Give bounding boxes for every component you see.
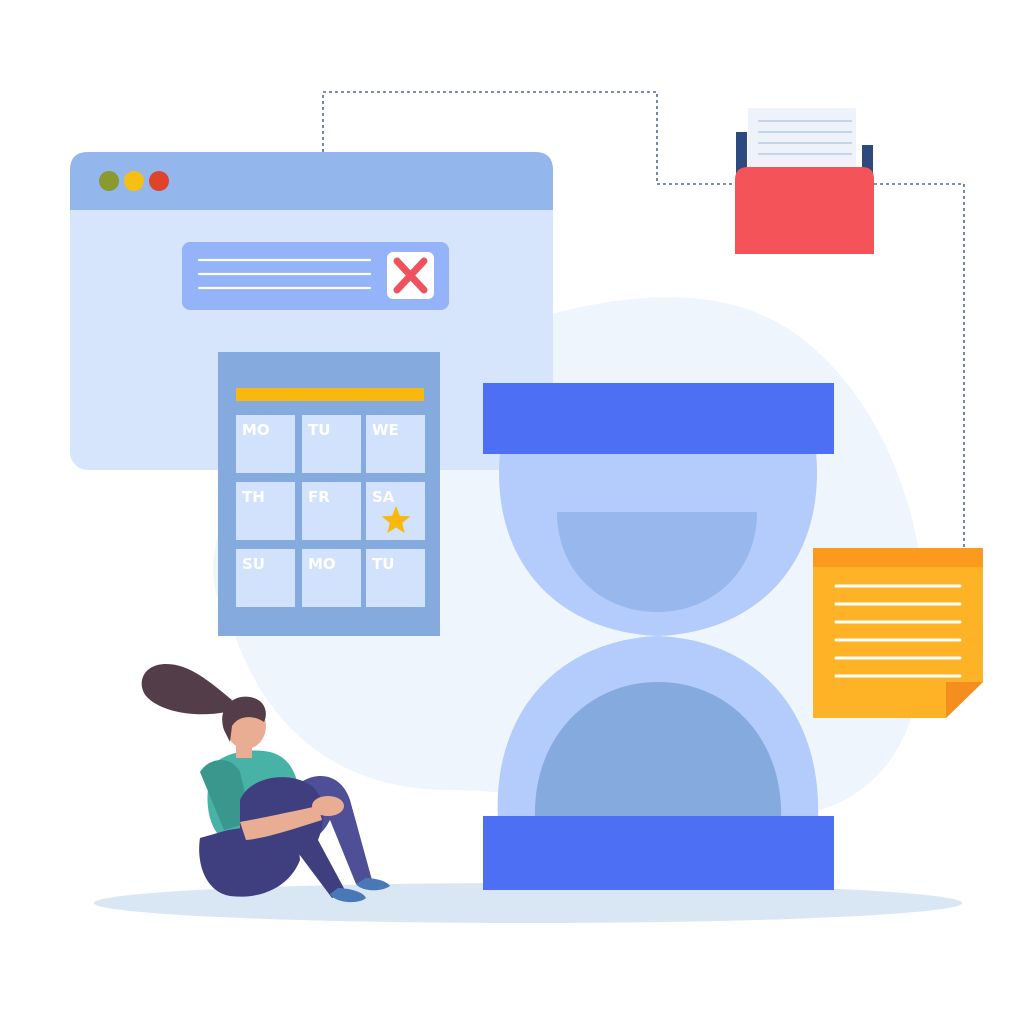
file-paper [748,108,856,170]
calendar-day-label: SA [372,488,395,506]
note-fold [946,682,983,718]
calendar-day-label: SU [242,555,265,573]
calendar-day-label: WE [372,421,399,439]
calendar-day-cell: SU [236,549,295,607]
sticky-note-icon [813,548,983,718]
calendar-day-cell: MO [302,549,361,607]
close-x-icon [387,252,434,299]
calendar-day-label: MO [308,555,336,573]
error-message-bar [182,242,449,310]
hourglass-top-cap [483,383,834,454]
calendar-header-strip [236,388,424,401]
calendar-day-label: TU [308,421,330,439]
window-dot-olive [99,171,119,191]
calendar-day-label: TU [372,555,394,573]
file-tray-icon [735,108,874,254]
woman-hand [312,796,344,816]
calendar-day-label: MO [242,421,270,439]
calendar: MO TU WE TH FR SA SU MO TU [218,352,440,636]
illustration-scene: MO TU WE TH FR SA SU MO TU [70,91,983,923]
window-dot-red [149,171,169,191]
calendar-day-cell: TH [236,482,295,540]
file-tray-box [735,167,874,254]
calendar-day-cell: FR [302,482,361,540]
calendar-day-cell: WE [366,415,425,473]
calendar-day-cell: SA [366,482,425,540]
window-dot-yellow [124,171,144,191]
calendar-day-cell: TU [302,415,361,473]
calendar-day-cell: MO [236,415,295,473]
hourglass-bottom-cap [483,816,834,890]
calendar-day-cell: TU [366,549,425,607]
calendar-day-label: FR [308,488,330,506]
calendar-day-label: TH [242,488,265,506]
woman-ponytail [141,664,232,715]
note-header [813,548,983,567]
